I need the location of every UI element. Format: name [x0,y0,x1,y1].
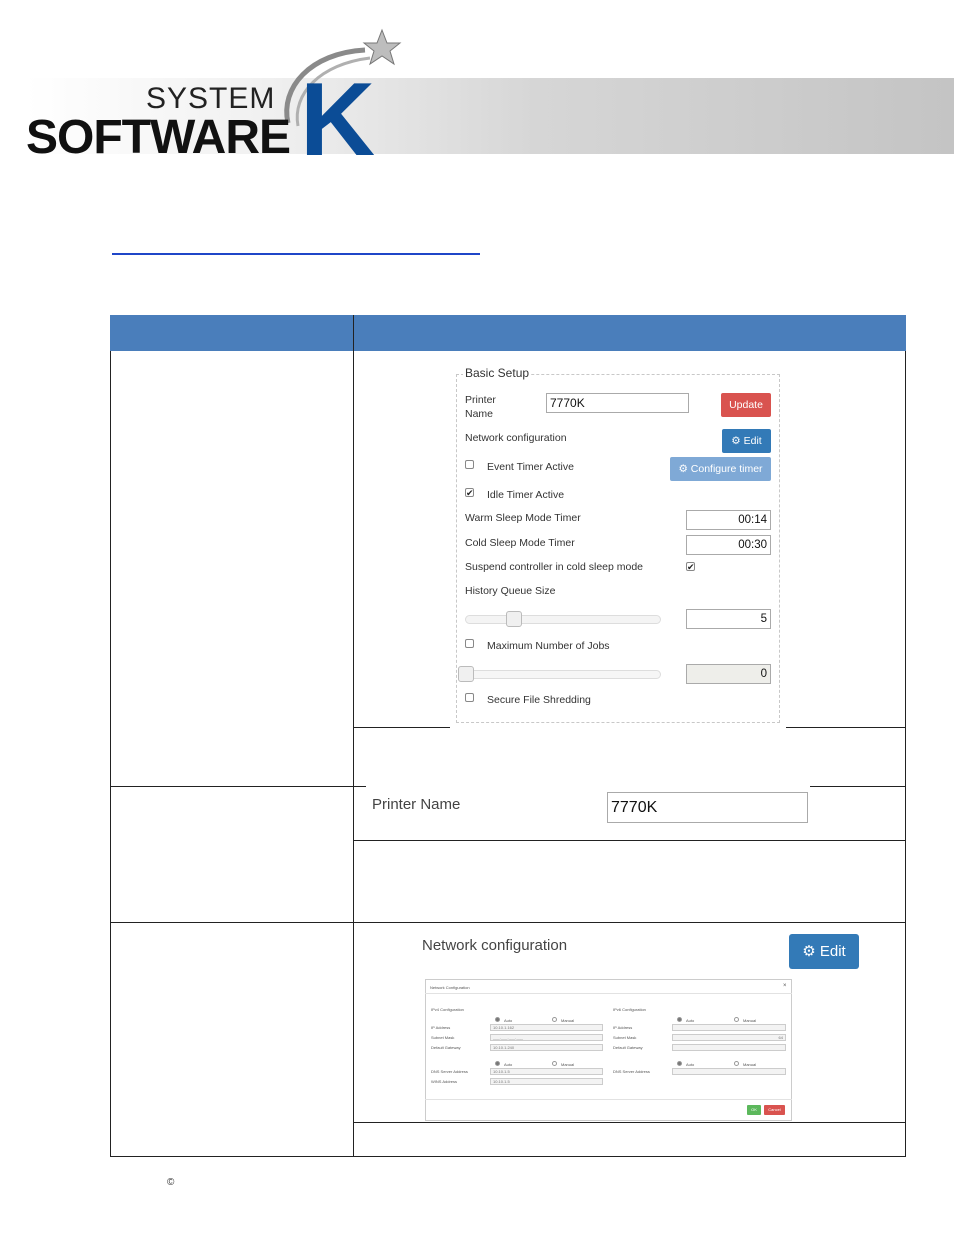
gateway-input[interactable]: 10.10.1.240 [490,1044,603,1051]
table-subrow-divider [354,840,906,841]
ipv6-subnet-label: Subnet Mask [613,1035,637,1040]
copyright-symbol: © [167,1177,175,1188]
ipv6-gateway-label: Default Gateway [613,1045,643,1050]
dns-manual-label: Manual [561,1062,575,1067]
event-timer-checkbox[interactable] [465,460,474,469]
printer-name-label: Printer Name [465,394,496,420]
update-button[interactable]: Update [721,393,771,417]
gear-icon: ⚙ [731,435,741,447]
event-timer-label: Event Timer Active [487,461,574,473]
dns6-auto-radio[interactable] [677,1061,682,1066]
gear-icon: ⚙ [678,463,688,475]
wins-input[interactable]: 10.10.1.5 [490,1078,603,1085]
table-subrow-divider [354,1122,906,1123]
history-queue-slider-thumb[interactable] [506,611,522,627]
max-jobs-checkbox[interactable] [465,639,474,648]
gateway-label: Default Gateway [431,1045,461,1050]
idle-timer-checkbox[interactable]: ✔ [465,488,474,498]
wins-label: WINS Address [431,1079,458,1084]
subnet-label: Subnet Mask [431,1035,455,1040]
warm-sleep-label: Warm Sleep Mode Timer [465,512,581,524]
network-edit-button[interactable]: ⚙ Edit [789,934,859,969]
printer-name-input[interactable]: 7770K [546,393,689,413]
dialog-footer-divider [425,1099,792,1100]
ipv6-auto-label: Auto [686,1018,695,1023]
suspend-label: Suspend controller in cold sleep mode [465,561,644,573]
max-jobs-slider[interactable] [465,670,661,679]
suspend-checkbox[interactable]: ✔ [686,562,695,572]
table-header-row [110,315,906,351]
max-jobs-input: 0 [686,664,771,684]
dns-label: DNS Server Address [431,1069,468,1074]
ipv4-manual-radio[interactable] [552,1017,557,1022]
configure-timer-button[interactable]: ⚙ Configure timer [670,457,771,481]
dialog-ok-button[interactable]: OK [747,1105,761,1115]
secure-shred-label: Secure File Shredding [487,694,591,706]
idle-timer-label: Idle Timer Active [487,489,565,501]
edit-button[interactable]: ⚙ Edit [722,429,771,453]
printer-name-zoom-label: Printer Name [372,796,461,813]
history-queue-input[interactable]: 5 [686,609,771,629]
dns6-label: DNS Server Address [613,1069,650,1074]
max-jobs-slider-thumb[interactable] [458,666,474,682]
ipv6-heading: IPv6 Configuration [613,1007,646,1012]
line-mask [366,783,810,789]
ipv6-address-input[interactable] [672,1024,786,1031]
ip-address-label: IP Address [431,1025,451,1030]
logo-k-letter: K [300,62,376,178]
dns-manual-radio[interactable] [552,1061,557,1066]
max-jobs-label: Maximum Number of Jobs [487,640,610,652]
subnet-input[interactable]: ___.___.___.___ [490,1034,603,1041]
dialog-title: Network Configuration [430,985,470,990]
dns6-manual-radio[interactable] [734,1061,739,1066]
section-link-underline[interactable] [112,253,480,255]
ipv6-manual-label: Manual [743,1018,757,1023]
logo-software-text: SOFTWARE [26,111,291,164]
dialog-divider [425,993,792,994]
ipv4-manual-label: Manual [561,1018,575,1023]
dns-auto-radio[interactable] [495,1061,500,1066]
dns-input[interactable]: 10.10.1.5 [490,1068,603,1075]
ipv4-auto-radio[interactable] [495,1017,500,1022]
gear-icon: ⚙ [802,943,816,960]
ipv4-auto-label: Auto [504,1018,513,1023]
network-edit-label: Edit [819,943,846,960]
cold-sleep-label: Cold Sleep Mode Timer [465,537,575,549]
dns6-auto-label: Auto [686,1062,695,1067]
dns-auto-label: Auto [504,1062,513,1067]
line-mask [450,724,786,730]
close-icon[interactable]: × [783,983,787,989]
dns6-manual-label: Manual [743,1062,757,1067]
ipv6-prefix-input[interactable]: 64 [672,1034,786,1041]
network-config-zoom-label: Network configuration [422,937,568,954]
dialog-cancel-button[interactable]: Cancel [764,1105,785,1115]
ipv6-manual-radio[interactable] [734,1017,739,1022]
printer-name-zoom-input[interactable]: 7770K [607,792,808,823]
dns6-input[interactable] [672,1068,786,1075]
secure-shred-checkbox[interactable] [465,693,474,702]
ipv6-auto-radio[interactable] [677,1017,682,1022]
warm-sleep-input[interactable]: 00:14 [686,510,771,530]
ipv6-address-label: IP Address [613,1025,633,1030]
ip-address-input[interactable]: 10.10.1.162 [490,1024,603,1031]
network-config-label: Network configuration [465,432,567,444]
ipv6-gateway-input[interactable] [672,1044,786,1051]
cold-sleep-input[interactable]: 00:30 [686,535,771,555]
history-queue-label: History Queue Size [465,585,556,597]
history-queue-slider[interactable] [465,615,661,624]
configure-timer-label: Configure timer [690,463,763,475]
ipv4-heading: IPv4 Configuration [431,1007,464,1012]
basic-setup-legend: Basic Setup [463,366,532,380]
table-row-divider [110,922,906,923]
table-column-divider [353,315,354,1157]
edit-button-label: Edit [743,435,762,447]
